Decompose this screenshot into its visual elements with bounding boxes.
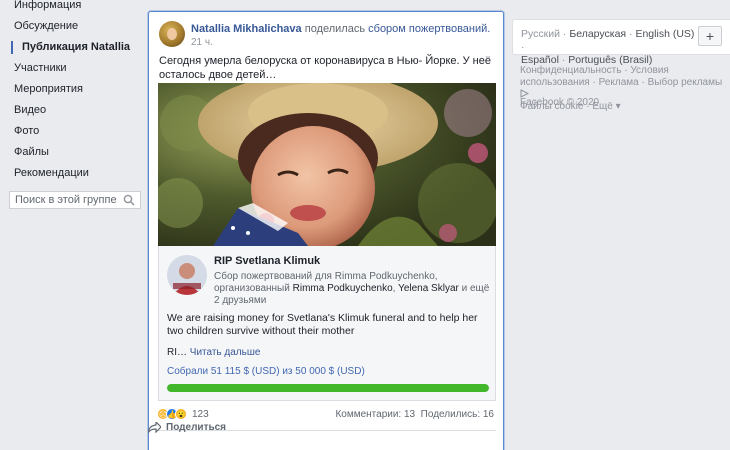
shared-fundraiser-post: Natallia Mikhalichava поделилась сбором … bbox=[148, 11, 504, 450]
sidebar-item-photos[interactable]: Фото bbox=[0, 121, 145, 142]
author-name[interactable]: Natallia Mikhalichava bbox=[191, 23, 302, 35]
share-arrow-icon bbox=[148, 422, 161, 433]
organizer-link-2[interactable]: Yelena Sklyar bbox=[398, 283, 459, 294]
fundraiser-truncated: RI… Читать дальше bbox=[167, 347, 260, 358]
language-belarusian[interactable]: Беларуская bbox=[569, 28, 626, 40]
read-more-link[interactable]: Читать дальше bbox=[190, 347, 261, 358]
author-avatar[interactable] bbox=[159, 21, 185, 47]
shares-count[interactable]: Поделились: 16 bbox=[421, 409, 494, 420]
fundraiser-link[interactable]: сбором пожертвований. bbox=[368, 23, 490, 35]
footer-ads[interactable]: Реклама bbox=[599, 77, 639, 88]
group-search-box[interactable] bbox=[9, 191, 141, 209]
share-button[interactable]: Поделиться bbox=[148, 422, 226, 433]
fundraiser-description: We are raising money for Svetlana's Klim… bbox=[167, 312, 478, 337]
more-languages-button[interactable]: + bbox=[698, 26, 722, 46]
language-list: Русский · Беларуская · English (US) · Es… bbox=[521, 28, 696, 67]
wow-reaction-icon: 😮 bbox=[175, 408, 187, 420]
post-text: Сегодня умерла белоруска от коронавируса… bbox=[159, 55, 491, 81]
search-icon[interactable] bbox=[123, 194, 135, 206]
share-label: Поделиться bbox=[166, 422, 227, 433]
post-timestamp[interactable]: 21 ч. bbox=[191, 37, 213, 48]
language-separator: · bbox=[629, 28, 633, 40]
footer-terms-2[interactable]: использования bbox=[520, 77, 590, 88]
fundraiser-thumb-image bbox=[167, 255, 207, 295]
fundraiser-raised-text: Собрали 51 115 $ (USD) из 50 000 $ (USD) bbox=[167, 366, 365, 377]
fundraiser-thumbnail[interactable] bbox=[167, 255, 207, 295]
language-separator: · bbox=[521, 41, 525, 53]
sidebar-item-info[interactable]: Информация bbox=[0, 0, 145, 16]
footer-terms[interactable]: Условия bbox=[630, 65, 669, 76]
group-sidebar: Информация Обсуждение Публикация Natalli… bbox=[0, 0, 145, 189]
sidebar-item-videos[interactable]: Видео bbox=[0, 100, 145, 121]
sidebar-item-discussion[interactable]: Обсуждение bbox=[0, 16, 145, 37]
more-dropdown-icon[interactable]: ▾ bbox=[616, 101, 621, 112]
photo-image bbox=[158, 83, 496, 246]
sidebar-item-recommendations[interactable]: Рекомендации bbox=[0, 163, 145, 184]
footer-ad-choices[interactable]: Выбор рекламы bbox=[648, 77, 723, 88]
language-english[interactable]: English (US) bbox=[635, 28, 694, 40]
fundraiser-progress-bar bbox=[167, 384, 489, 392]
sidebar-item-events[interactable]: Мероприятия bbox=[0, 79, 145, 100]
copyright: Facebook © 2020 bbox=[520, 97, 600, 108]
post-stats: Комментарии: 13 Поделились: 16 bbox=[335, 409, 494, 420]
sidebar-item-files[interactable]: Файлы bbox=[0, 142, 145, 163]
comments-count[interactable]: Комментарии: 13 bbox=[335, 409, 415, 420]
fundraiser-photo[interactable] bbox=[158, 83, 496, 246]
sidebar-item-publication[interactable]: Публикация Natallia bbox=[0, 37, 145, 58]
organizer-link-1[interactable]: Rimma Podkuychenko bbox=[293, 283, 393, 294]
post-header: Natallia Mikhalichava поделилась сбором … bbox=[191, 23, 490, 35]
fundraiser-title[interactable]: RIP Svetlana Klimuk bbox=[214, 255, 320, 267]
fundraiser-card[interactable]: RIP Svetlana Klimuk Сбор пожертвований д… bbox=[158, 246, 496, 401]
reaction-count[interactable]: 123 bbox=[192, 409, 209, 420]
fundraiser-progress-fill bbox=[167, 384, 489, 392]
sidebar-item-members[interactable]: Участники bbox=[0, 58, 145, 79]
fundraiser-organizers: Сбор пожертвований для Rimma Podkuychenk… bbox=[214, 271, 492, 307]
post-action-text: поделилась bbox=[304, 23, 366, 35]
organizer-separator: , bbox=[392, 283, 396, 294]
group-search-input[interactable] bbox=[15, 194, 123, 206]
footer-privacy[interactable]: Конфиденциальность bbox=[520, 65, 621, 76]
language-separator: · bbox=[562, 28, 567, 40]
current-language: Русский bbox=[521, 28, 560, 40]
truncated-text: RI… bbox=[167, 347, 187, 358]
reactions-summary[interactable]: ☹ 👍 😮 123 bbox=[157, 408, 209, 420]
